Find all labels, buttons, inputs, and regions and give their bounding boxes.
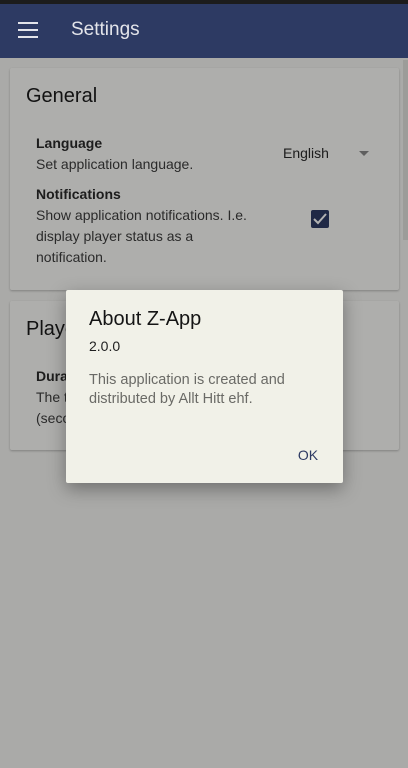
app-bar: Settings — [0, 4, 408, 58]
dialog-title: About Z-App — [89, 308, 202, 330]
dialog-message: This application is created and distribu… — [89, 372, 285, 407]
page-title: Settings — [71, 19, 140, 40]
app-version: 2.0.0 — [89, 338, 121, 354]
ok-button[interactable]: OK — [284, 438, 332, 472]
menu-icon[interactable] — [18, 22, 38, 38]
about-dialog: About Z-App 2.0.0 This application is cr… — [66, 290, 343, 483]
